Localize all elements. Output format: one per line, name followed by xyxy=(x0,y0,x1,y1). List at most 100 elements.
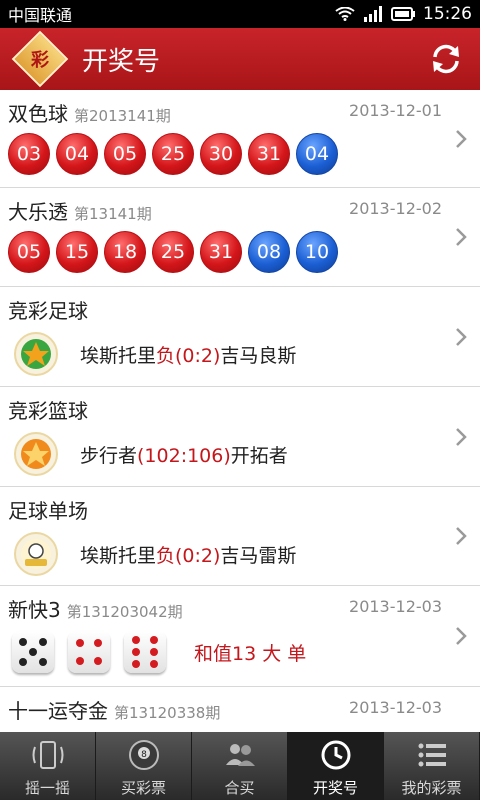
lottery-row-dlt[interactable]: 大乐透 第13141期 2013-12-02 05 15 18 25 31 08… xyxy=(0,188,480,287)
lottery-date: 2013-12-03 xyxy=(349,597,442,616)
dice-pip xyxy=(150,648,159,656)
svg-text:8: 8 xyxy=(141,750,147,760)
lottery-name: 大乐透 xyxy=(8,200,68,224)
lottery-name: 双色球 xyxy=(8,102,68,126)
red-ball: 25 xyxy=(152,133,194,175)
tab-label: 合买 xyxy=(224,779,255,797)
app-logo: 彩 xyxy=(11,30,69,88)
lottery-date: 2013-12-01 xyxy=(349,101,442,120)
dice-icon xyxy=(124,631,166,673)
match-away-team: 吉马良斯 xyxy=(220,344,297,367)
blue-ball: 10 xyxy=(296,231,338,273)
chevron-right-icon xyxy=(456,129,467,148)
status-bar: 中国联通 15:26 xyxy=(0,0,480,28)
lottery-name: 新快3 xyxy=(8,598,61,622)
list-menu-icon xyxy=(418,743,446,767)
dice-pip xyxy=(131,659,140,668)
match-home-team: 埃斯托里 xyxy=(80,344,157,367)
dice-pip xyxy=(18,658,27,667)
blue-ball: 08 xyxy=(248,231,290,273)
dice-icon xyxy=(68,631,110,673)
red-ball: 18 xyxy=(104,231,146,273)
chevron-right-icon xyxy=(456,427,467,446)
lottery-date: 2013-12-03 xyxy=(349,698,442,717)
chevron-right-icon xyxy=(456,527,467,545)
tab-my-lottery[interactable]: 我的彩票 xyxy=(384,732,480,800)
lottery-row-jczq[interactable]: 竞彩足球 埃斯托里负(0:2)吉马良斯 xyxy=(0,287,480,387)
wifi-icon xyxy=(335,7,355,21)
lottery-row-k3[interactable]: 新快3 第131203042期 2013-12-03 和值13 大 单 xyxy=(0,586,480,687)
chevron-right-icon xyxy=(456,627,467,645)
lottery-name: 足球单场 xyxy=(8,499,88,523)
match-score: 负(0:2) xyxy=(156,344,221,367)
red-ball: 03 xyxy=(8,133,50,175)
carrier-name: 中国联通 xyxy=(8,6,73,25)
clock-time: 15:26 xyxy=(423,4,472,24)
draw-results-list: 双色球 第2013141期 2013-12-01 03 04 05 25 30 … xyxy=(0,90,480,732)
refresh-button[interactable] xyxy=(426,39,466,79)
red-ball: 05 xyxy=(8,231,50,273)
lottery-name: 竞彩足球 xyxy=(8,299,88,323)
ball-row: 05 15 18 25 31 08 10 xyxy=(8,231,436,273)
match-score: (102:106) xyxy=(137,444,231,467)
match-away-team: 吉马雷斯 xyxy=(220,544,297,567)
dice-pip xyxy=(29,648,37,656)
lottery-row-syxw[interactable]: 十一运夺金 第13120338期 2013-12-03 xyxy=(0,687,480,732)
dice-pip xyxy=(94,638,103,647)
tab-label: 开奖号 xyxy=(312,779,358,797)
football-icon xyxy=(14,332,58,376)
k3-result: 和值13 大 单 xyxy=(194,642,307,665)
ball-row: 03 04 05 25 30 31 04 xyxy=(8,133,436,175)
tab-draw-results[interactable]: 开奖号 xyxy=(288,732,384,800)
dice-pip xyxy=(75,657,84,666)
lottery-name: 竞彩篮球 xyxy=(8,399,88,423)
dice-pip xyxy=(150,636,159,645)
signal-icon xyxy=(364,6,382,22)
red-ball: 05 xyxy=(104,133,146,175)
lottery-name: 十一运夺金 xyxy=(8,699,108,723)
red-ball: 25 xyxy=(152,231,194,273)
match-home-team: 步行者 xyxy=(80,444,138,467)
battery-icon xyxy=(391,7,415,21)
basketball-icon xyxy=(14,432,58,476)
dice-pip xyxy=(94,657,103,666)
red-ball: 30 xyxy=(200,133,242,175)
tab-group-buy[interactable]: 合买 xyxy=(192,732,288,800)
tab-shake[interactable]: 摇一摇 xyxy=(0,732,96,800)
dice-pip xyxy=(150,659,159,668)
dice-pip xyxy=(131,636,140,645)
red-ball: 04 xyxy=(56,133,98,175)
dice-pip xyxy=(131,648,140,656)
tab-label: 买彩票 xyxy=(120,779,166,797)
single-match-icon xyxy=(14,532,58,576)
app-header: 彩 开奖号 xyxy=(0,28,480,90)
red-ball: 15 xyxy=(56,231,98,273)
chevron-right-icon xyxy=(456,228,467,246)
clock-icon xyxy=(321,740,350,770)
bottom-tab-bar: 摇一摇 8 买彩票 合买 开奖号 我的彩票 xyxy=(0,732,480,800)
lottery-row-ssq[interactable]: 双色球 第2013141期 2013-12-01 03 04 05 25 30 … xyxy=(0,90,480,188)
red-ball: 31 xyxy=(248,133,290,175)
billiard-ball-icon: 8 xyxy=(128,740,159,770)
match-home-team: 埃斯托里 xyxy=(80,544,157,567)
lottery-row-zqdc[interactable]: 足球单场 埃斯托里负(0:2)吉马雷斯 xyxy=(0,487,480,586)
dice-pip xyxy=(39,637,48,646)
shake-phone-icon xyxy=(32,741,63,769)
dice-icon xyxy=(12,631,54,673)
lottery-date: 2013-12-02 xyxy=(349,199,442,218)
dice-pip xyxy=(39,658,48,667)
group-users-icon xyxy=(225,744,255,766)
page-title: 开奖号 xyxy=(82,46,161,77)
lottery-row-jclq[interactable]: 竞彩篮球 步行者(102:106)开拓者 xyxy=(0,387,480,487)
tab-label: 我的彩票 xyxy=(401,779,462,797)
tab-label: 摇一摇 xyxy=(24,779,70,797)
refresh-icon xyxy=(433,44,459,74)
blue-ball: 04 xyxy=(296,133,338,175)
logo-text: 彩 xyxy=(31,50,49,71)
dice-row: 和值13 大 单 xyxy=(12,631,436,673)
dice-pip xyxy=(18,637,27,646)
red-ball: 31 xyxy=(200,231,242,273)
tab-buy-lottery[interactable]: 8 买彩票 xyxy=(96,732,192,800)
match-away-team: 开拓者 xyxy=(230,444,288,467)
match-score: 负(0:2) xyxy=(156,544,221,567)
